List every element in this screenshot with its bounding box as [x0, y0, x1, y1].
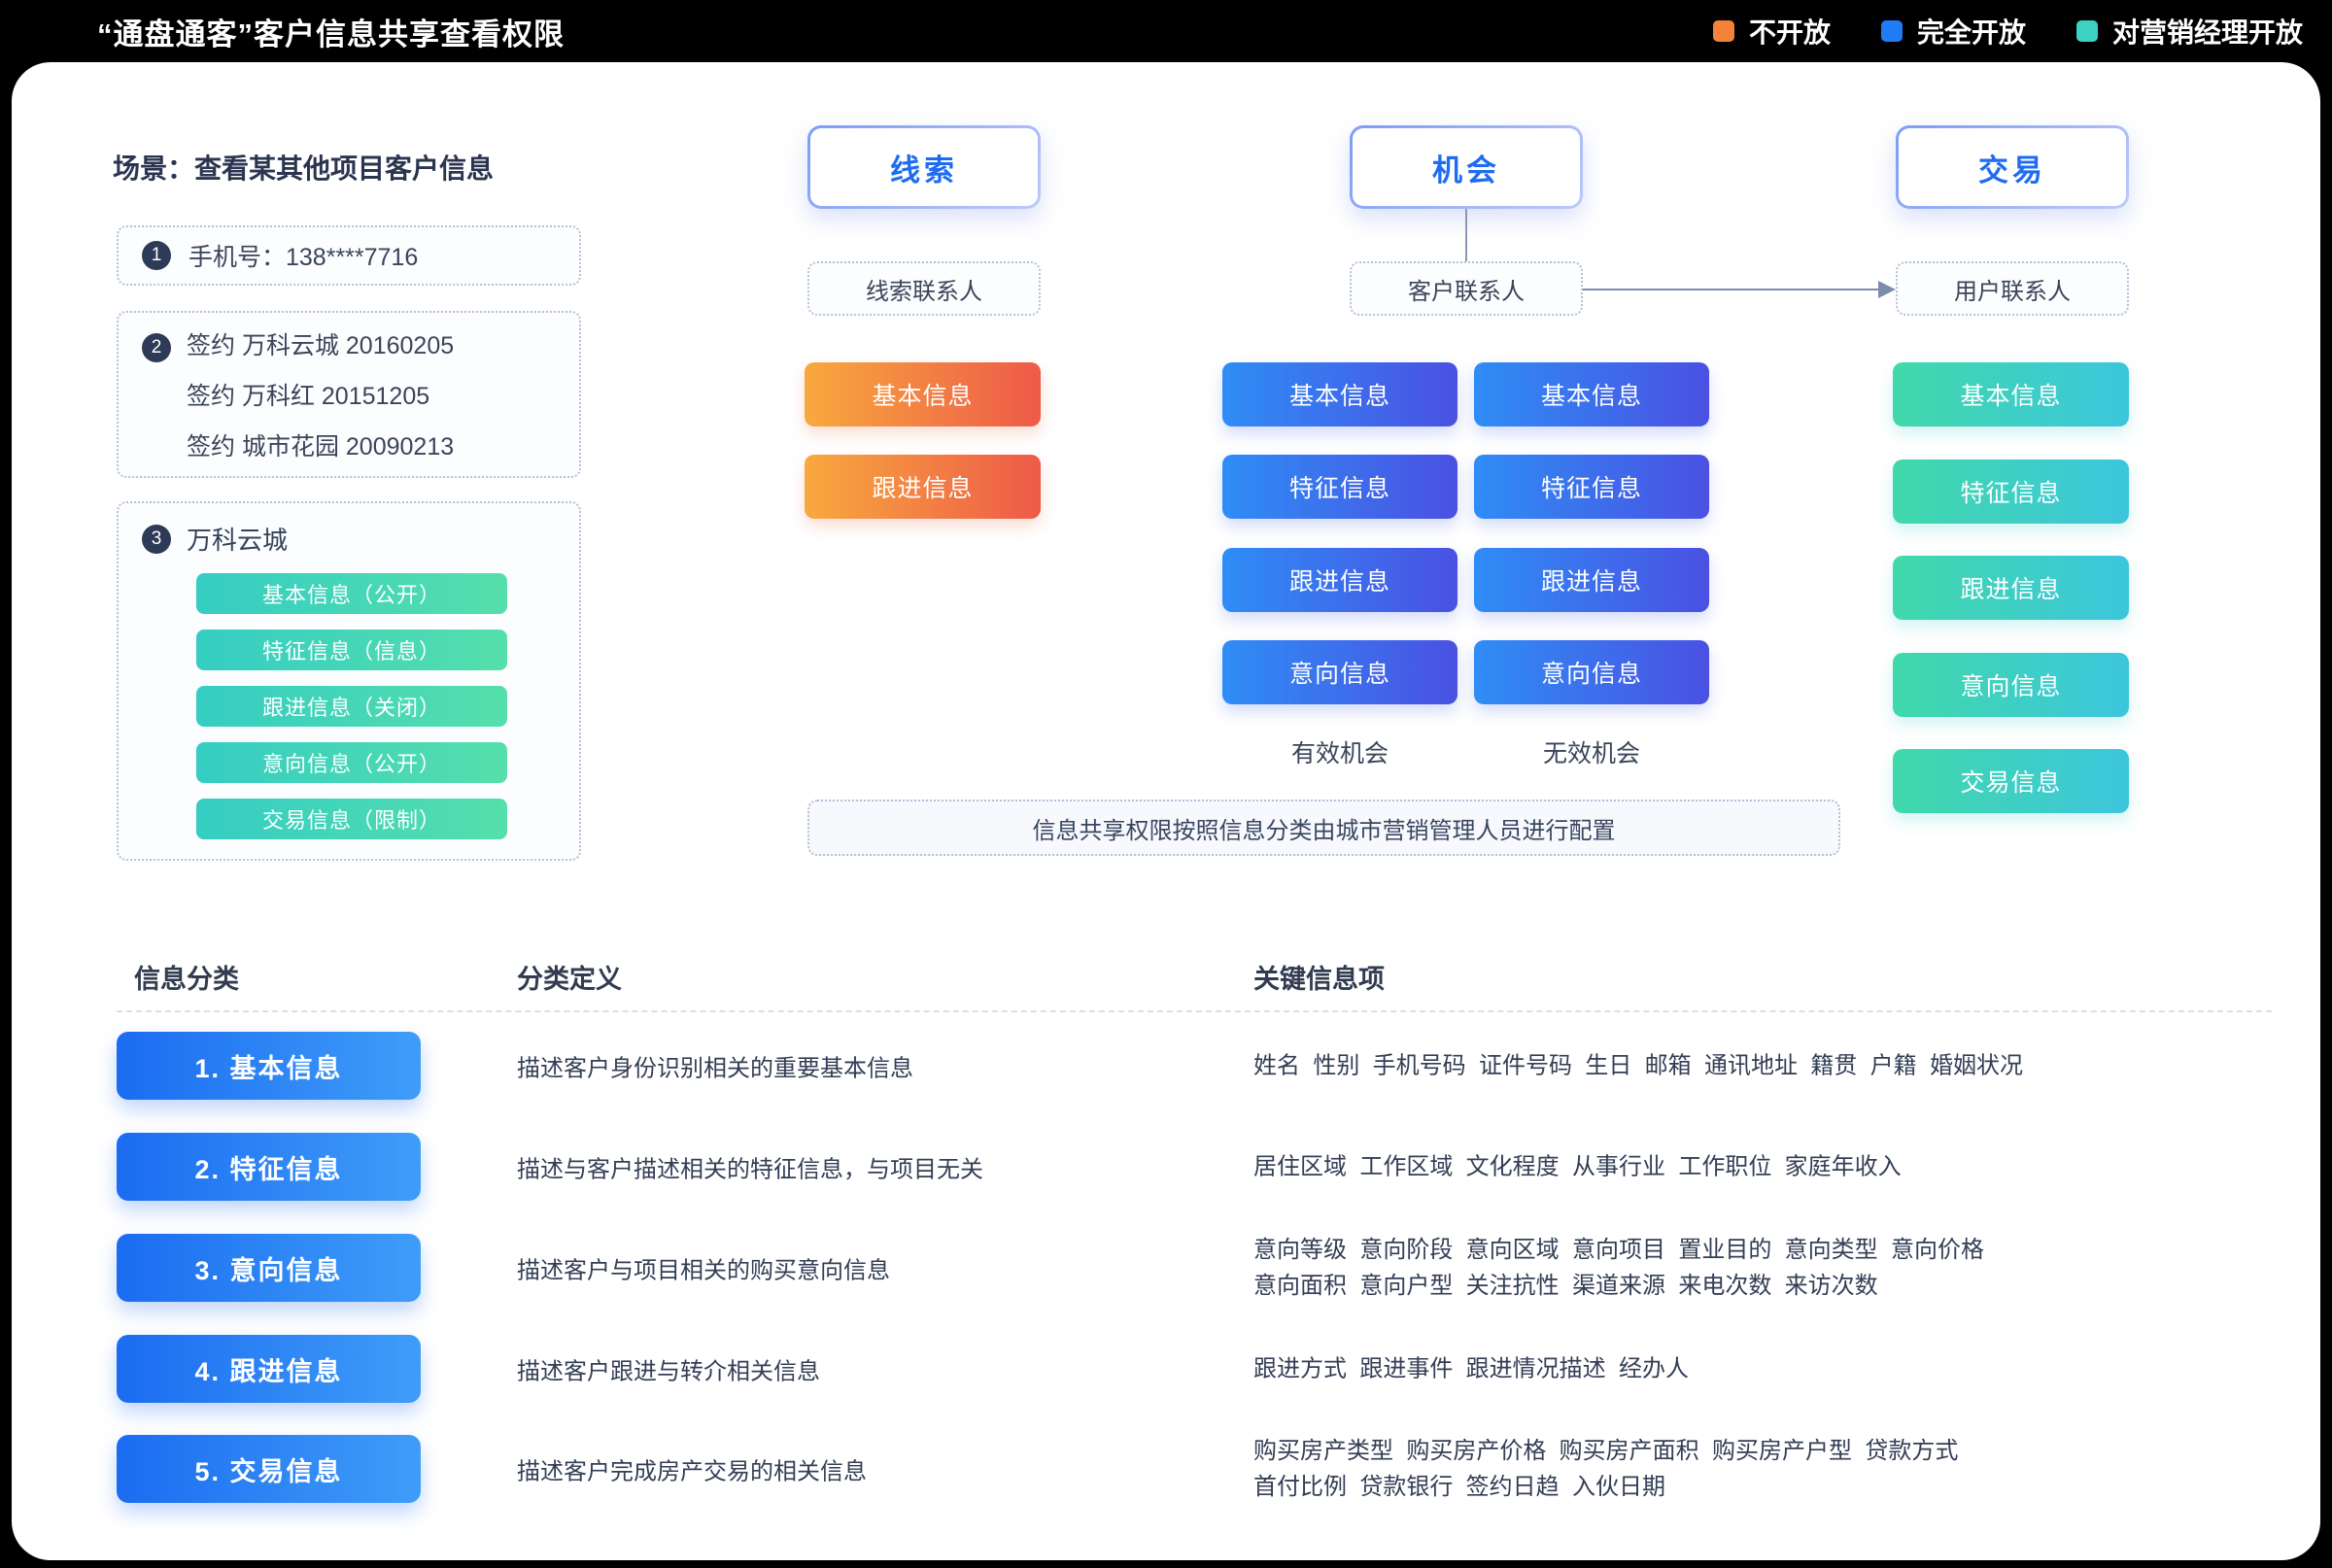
deal-chip-deal: 交易信息	[1893, 749, 2129, 813]
node-deal-label: 交易	[1899, 128, 2126, 206]
definition-text: 描述客户完成房产交易的相关信息	[517, 1452, 867, 1486]
definition-text: 描述客户与项目相关的购买意向信息	[517, 1251, 890, 1285]
contract-lines: 签约 万科云城 20160205 签约 万科红 20151205 签约 城市花园…	[119, 321, 579, 472]
contract-line: 签约 万科红 20151205	[187, 371, 579, 422]
legend-item-manager: 对营销经理开放	[2076, 12, 2303, 51]
arrow-line	[1583, 289, 1880, 290]
legend-swatch-teal	[2076, 20, 2098, 42]
table-row: 4. 跟进信息 描述客户跟进与转介相关信息 跟进方式 跟进事件 跟进情况描述 经…	[117, 1335, 2283, 1403]
legend-label-manager: 对营销经理开放	[2112, 12, 2303, 51]
legend-swatch-blue	[1881, 20, 1903, 42]
project-header: 3 万科云城	[142, 521, 288, 557]
config-note: 信息共享权限按照信息分类由城市营销管理人员进行配置	[807, 800, 1840, 856]
lead-chip-basic: 基本信息	[805, 362, 1041, 426]
invalid-opportunity-label: 无效机会	[1474, 734, 1709, 769]
category-badge-feature: 2. 特征信息	[117, 1133, 421, 1201]
invalid-chip-basic: 基本信息	[1474, 362, 1709, 426]
table-header-keys: 关键信息项	[1253, 958, 1385, 996]
valid-chip-intent: 意向信息	[1222, 640, 1458, 704]
legend-swatch-orange	[1713, 20, 1734, 42]
category-badge-follow: 4. 跟进信息	[117, 1335, 421, 1403]
invalid-chip-feature: 特征信息	[1474, 455, 1709, 519]
step-badge-2: 2	[142, 333, 171, 362]
valid-chip-follow: 跟进信息	[1222, 548, 1458, 612]
invalid-chip-follow: 跟进信息	[1474, 548, 1709, 612]
valid-opportunity-label: 有效机会	[1222, 734, 1458, 769]
table-header-divider	[117, 1010, 2272, 1012]
definition-text: 描述与客户描述相关的特征信息，与项目无关	[517, 1150, 983, 1184]
key-items-text: 居住区域 工作区域 文化程度 从事行业 工作职位 家庭年收入	[1253, 1148, 1902, 1184]
opportunity-contact-box: 客户联系人	[1350, 261, 1583, 316]
legend-label-closed: 不开放	[1749, 12, 1831, 51]
deal-chip-feature: 特征信息	[1893, 460, 2129, 524]
opportunity-connector-line	[1465, 209, 1467, 261]
project-chip-basic: 基本信息（公开）	[196, 573, 507, 614]
main-panel: 场景：查看某其他项目客户信息 1 手机号：138****7716 2 签约 万科…	[12, 62, 2320, 1560]
contact-arrow	[1583, 289, 1896, 290]
deal-chip-basic: 基本信息	[1893, 362, 2129, 426]
top-bar: “通盘通客”客户信息共享查看权限 不开放 完全开放 对营销经理开放	[0, 0, 2332, 62]
page-title: “通盘通客”客户信息共享查看权限	[97, 10, 565, 53]
legend-item-closed: 不开放	[1713, 12, 1831, 51]
node-deal: 交易	[1896, 125, 2129, 209]
arrow-head-icon	[1878, 281, 1896, 298]
step-badge-1: 1	[142, 241, 171, 270]
key-items-text: 意向等级 意向阶段 意向区域 意向项目 置业目的 意向类型 意向价格 意向面积 …	[1253, 1232, 1984, 1304]
legend-label-open: 完全开放	[1917, 12, 2026, 51]
scenario-title: 场景：查看某其他项目客户信息	[113, 148, 494, 187]
phone-text: 手机号：138****7716	[189, 238, 418, 273]
definition-text: 描述客户身份识别相关的重要基本信息	[517, 1049, 913, 1083]
table-header-category: 信息分类	[134, 958, 239, 996]
legend-item-open: 完全开放	[1881, 12, 2026, 51]
table-row: 5. 交易信息 描述客户完成房产交易的相关信息 购买房产类型 购买房产价格 购买…	[117, 1435, 2283, 1503]
valid-chip-feature: 特征信息	[1222, 455, 1458, 519]
category-badge-deal: 5. 交易信息	[117, 1435, 421, 1503]
contract-line: 签约 万科云城 20160205	[187, 321, 579, 371]
lead-chip-follow: 跟进信息	[805, 455, 1041, 519]
deal-chip-follow: 跟进信息	[1893, 556, 2129, 620]
node-lead: 线索	[807, 125, 1041, 209]
key-items-text: 姓名 性别 手机号码 证件号码 生日 邮箱 通讯地址 籍贯 户籍 婚姻状况	[1253, 1047, 2023, 1083]
project-chip-feature: 特征信息（信息）	[196, 630, 507, 670]
deal-chip-intent: 意向信息	[1893, 653, 2129, 717]
project-name: 万科云城	[187, 521, 288, 557]
legend: 不开放 完全开放 对营销经理开放	[1713, 12, 2303, 51]
project-chip-deal: 交易信息（限制）	[196, 799, 507, 839]
definition-text: 描述客户跟进与转介相关信息	[517, 1352, 820, 1386]
lead-contact-box: 线索联系人	[807, 261, 1041, 316]
table-row: 3. 意向信息 描述客户与项目相关的购买意向信息 意向等级 意向阶段 意向区域 …	[117, 1234, 2283, 1302]
scenario-step-phone: 1 手机号：138****7716	[117, 225, 581, 286]
valid-chip-basic: 基本信息	[1222, 362, 1458, 426]
category-badge-basic: 1. 基本信息	[117, 1032, 421, 1100]
project-chip-intent: 意向信息（公开）	[196, 742, 507, 783]
project-chip-follow: 跟进信息（关闭）	[196, 686, 507, 727]
table-header-definition: 分类定义	[517, 958, 622, 996]
deal-contact-box: 用户联系人	[1896, 261, 2129, 316]
scenario-step-project: 3 万科云城 基本信息（公开） 特征信息（信息） 跟进信息（关闭） 意向信息（公…	[117, 501, 581, 861]
scenario-step-contracts: 2 签约 万科云城 20160205 签约 万科红 20151205 签约 城市…	[117, 311, 581, 478]
category-badge-intent: 3. 意向信息	[117, 1234, 421, 1302]
table-row: 2. 特征信息 描述与客户描述相关的特征信息，与项目无关 居住区域 工作区域 文…	[117, 1133, 2283, 1201]
node-opportunity-label: 机会	[1353, 128, 1580, 206]
step-badge-3: 3	[142, 525, 171, 554]
key-items-text: 跟进方式 跟进事件 跟进情况描述 经办人	[1253, 1350, 1689, 1386]
key-items-text: 购买房产类型 购买房产价格 购买房产面积 购买房产户型 贷款方式 首付比例 贷款…	[1253, 1433, 1958, 1505]
table-row: 1. 基本信息 描述客户身份识别相关的重要基本信息 姓名 性别 手机号码 证件号…	[117, 1032, 2283, 1100]
invalid-chip-intent: 意向信息	[1474, 640, 1709, 704]
node-lead-label: 线索	[810, 128, 1038, 206]
node-opportunity: 机会	[1350, 125, 1583, 209]
contract-line: 签约 城市花园 20090213	[187, 422, 579, 472]
